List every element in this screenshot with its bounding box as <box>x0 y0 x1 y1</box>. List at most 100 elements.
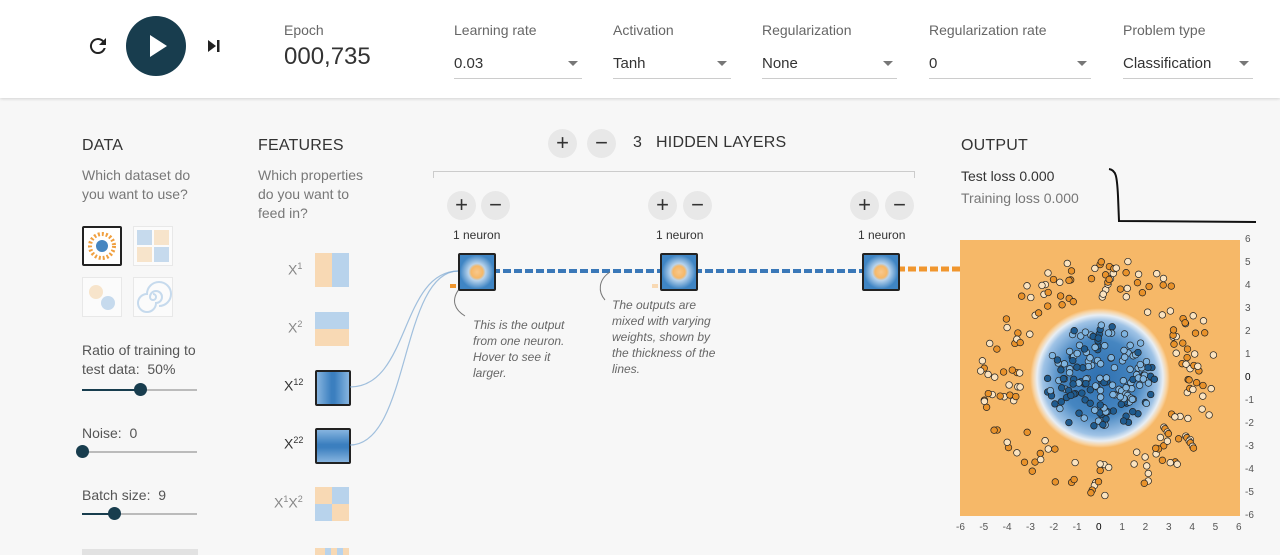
data-point <box>1043 374 1052 383</box>
decision-boundary-plot <box>960 240 1240 516</box>
data-point <box>1126 341 1134 349</box>
data-point <box>984 389 992 398</box>
y-tick-label: 3 <box>1245 303 1251 314</box>
output-title: OUTPUT <box>961 137 1028 154</box>
output-heatmap[interactable] <box>960 240 1240 516</box>
data-point <box>1096 466 1104 475</box>
data-point <box>1044 302 1052 310</box>
loss-curve-chart <box>1108 168 1257 223</box>
data-point <box>1112 264 1120 272</box>
data-point <box>1166 307 1175 315</box>
data-point <box>1107 354 1115 362</box>
neuron-layer2[interactable] <box>660 253 698 291</box>
data-point <box>1002 315 1011 323</box>
add-neuron-layer2-button[interactable]: + <box>648 191 677 220</box>
data-point <box>1138 289 1147 297</box>
data-point <box>1198 405 1206 413</box>
minus-icon: − <box>489 192 502 217</box>
data-point <box>1119 417 1128 425</box>
data-point <box>1179 339 1187 347</box>
data-point <box>1140 479 1148 487</box>
data-point <box>1108 323 1116 331</box>
bias-marker <box>652 284 658 288</box>
y-tick-label: 2 <box>1245 326 1251 337</box>
remove-neuron-layer3-button[interactable]: − <box>885 191 914 220</box>
minus-icon: − <box>893 192 906 217</box>
data-point <box>1003 438 1011 446</box>
x-tick-label: 4 <box>1189 522 1195 533</box>
data-point <box>1023 428 1031 436</box>
plus-icon: + <box>455 192 468 217</box>
data-point <box>1044 269 1052 277</box>
data-point <box>1199 392 1207 400</box>
data-point <box>1005 381 1013 389</box>
data-point <box>1080 345 1089 353</box>
data-point <box>1164 430 1173 438</box>
test-loss: Test loss 0.000 <box>961 168 1055 184</box>
add-neuron-layer1-button[interactable]: + <box>447 191 476 220</box>
data-point <box>1097 321 1105 329</box>
data-point <box>1071 458 1079 467</box>
data-point <box>1008 366 1016 374</box>
x-tick-label: -4 <box>1002 522 1012 533</box>
data-point <box>1056 292 1065 300</box>
neuron-count-layer1: 1 neuron <box>453 228 501 242</box>
data-point <box>1101 342 1109 350</box>
neuron-heatmap <box>662 255 696 289</box>
data-point <box>1163 437 1172 445</box>
data-point <box>1207 385 1215 393</box>
x-tick-label: -6 <box>956 522 965 533</box>
neuron-layer1[interactable] <box>458 253 496 291</box>
neuron-layer3[interactable] <box>862 253 900 291</box>
data-point <box>1183 353 1191 362</box>
data-point <box>1184 414 1192 423</box>
remove-neuron-layer1-button[interactable]: − <box>481 191 510 220</box>
data-point <box>1059 375 1068 383</box>
y-tick-label: -5 <box>1245 487 1254 498</box>
data-point <box>1144 379 1153 387</box>
link-x2sq-n1 <box>349 270 459 446</box>
data-point <box>1142 399 1151 408</box>
data-point <box>1081 328 1090 336</box>
data-point <box>1044 445 1052 453</box>
data-point <box>1120 330 1129 338</box>
add-neuron-layer3-button[interactable]: + <box>850 191 879 220</box>
data-point <box>1189 385 1197 394</box>
x-tick-label: 5 <box>1212 522 1219 533</box>
y-tick-label: -4 <box>1245 464 1254 475</box>
data-point <box>1136 360 1144 369</box>
data-point <box>1060 360 1068 368</box>
x-tick-label: -3 <box>1026 522 1035 533</box>
data-point <box>1108 381 1117 389</box>
remove-neuron-layer2-button[interactable]: − <box>683 191 712 220</box>
data-point <box>1119 377 1128 385</box>
data-point <box>1170 340 1178 348</box>
data-point <box>1056 404 1064 413</box>
data-point <box>1027 293 1035 302</box>
data-point <box>1065 276 1073 285</box>
x-tick-label: -5 <box>979 522 989 533</box>
weights-note: The outputs are mixed with varying weigh… <box>612 298 716 376</box>
data-point <box>1041 437 1049 445</box>
data-point <box>1101 491 1109 500</box>
data-point <box>1189 444 1198 452</box>
data-point <box>1069 380 1077 388</box>
data-point <box>1013 449 1021 457</box>
data-point <box>1051 445 1059 453</box>
data-point <box>1012 392 1020 401</box>
x-tick-label: 6 <box>1236 522 1242 533</box>
data-point <box>1038 281 1046 290</box>
data-point <box>1020 458 1029 466</box>
data-point <box>1199 317 1208 325</box>
data-point <box>1046 386 1055 395</box>
data-point <box>984 370 992 379</box>
data-point <box>1174 435 1183 443</box>
data-point <box>1123 284 1131 293</box>
data-point <box>1069 356 1077 365</box>
data-point <box>1134 348 1142 357</box>
data-point <box>1181 319 1189 327</box>
data-point <box>977 367 985 375</box>
x-tick-label: 1 <box>1119 522 1125 533</box>
data-point <box>1018 292 1026 300</box>
data-point <box>1141 453 1149 461</box>
